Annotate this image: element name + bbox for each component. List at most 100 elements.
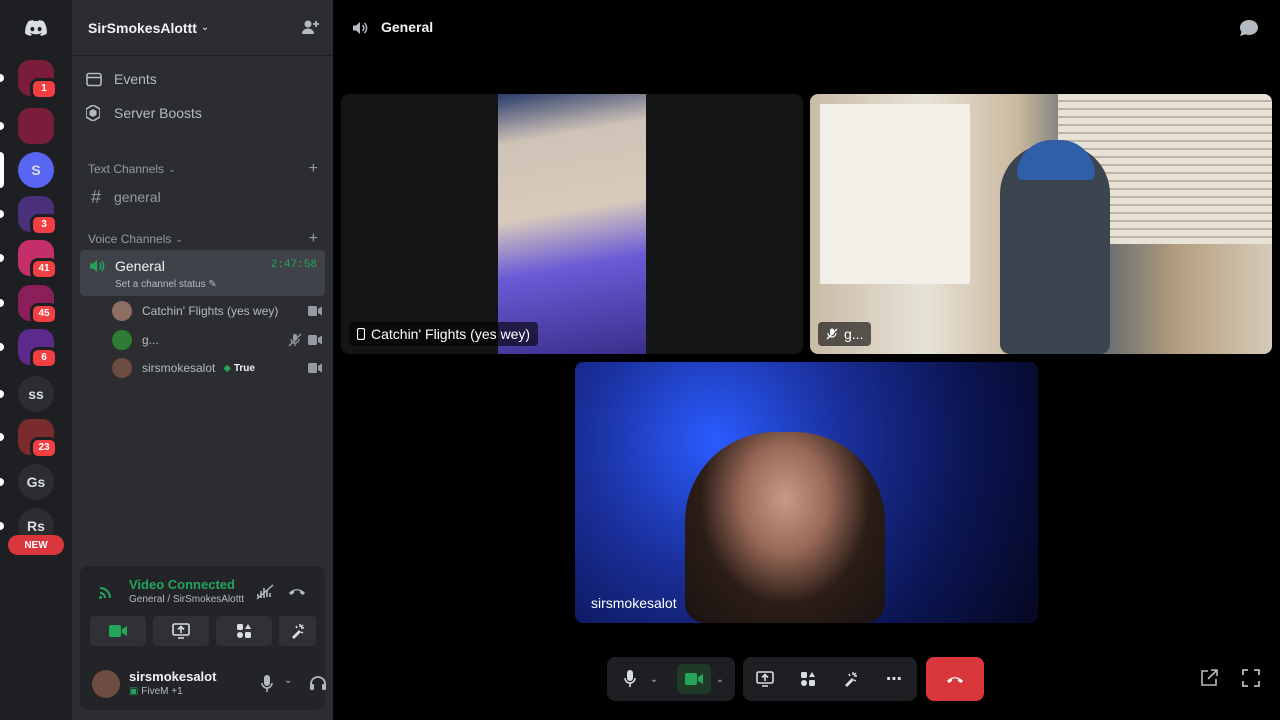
soundboard-button[interactable]	[836, 664, 866, 694]
new-badge: NEW	[8, 535, 64, 555]
add-channel-icon[interactable]: +	[309, 230, 318, 248]
leave-call-button[interactable]	[926, 657, 984, 701]
voice-member[interactable]: g...	[112, 328, 322, 352]
voice-call-area: General Catchin' Flights (yes wey) g... …	[333, 0, 1280, 720]
tile-name: g...	[844, 326, 864, 342]
chevron-down-icon[interactable]: ⌄	[645, 664, 663, 694]
activities-button[interactable]	[216, 616, 272, 646]
activities-icon	[237, 624, 251, 638]
chevron-down-icon[interactable]: ⌄	[284, 675, 292, 686]
page-title: General	[381, 19, 434, 35]
category-label: Voice Channels	[88, 232, 172, 246]
tile-name: sirsmokesalot	[591, 595, 677, 611]
user-panel: sirsmokesalot ▣ FiveM +1 ⌄ ⌄	[80, 658, 379, 710]
gamepad-icon: ▣	[129, 686, 139, 697]
category-voice-channels[interactable]: Voice Channels ⌄ +	[88, 230, 318, 248]
gem-icon: ◆	[223, 362, 232, 374]
avatar[interactable]	[92, 670, 120, 698]
share-screen-button[interactable]	[750, 664, 780, 694]
video-icon	[308, 363, 322, 373]
tile-label: sirsmokesalot	[583, 591, 685, 615]
more-options-icon[interactable]: ⋯	[879, 664, 909, 694]
voice-member[interactable]: Catchin' Flights (yes wey)	[112, 299, 322, 323]
add-channel-icon[interactable]: +	[309, 160, 318, 178]
channel-general[interactable]: # general	[86, 182, 319, 212]
server-icon[interactable]: 6	[18, 329, 58, 369]
speaker-icon	[90, 260, 105, 272]
video-tile[interactable]: sirsmokesalot	[575, 362, 1038, 623]
unread-indicator	[0, 390, 4, 398]
discord-home-button[interactable]	[18, 10, 54, 46]
tile-name: Catchin' Flights (yes wey)	[371, 326, 531, 342]
video-icon	[109, 625, 127, 637]
sidebar-item-server-boosts[interactable]: Server Boosts	[86, 98, 202, 128]
sidebar-item-events[interactable]: Events	[86, 64, 157, 94]
video-tile[interactable]: g...	[810, 94, 1272, 354]
fullscreen-icon[interactable]	[1242, 669, 1260, 687]
chevron-down-icon: ⌄	[175, 233, 183, 244]
unread-indicator	[0, 299, 4, 307]
invite-user-icon[interactable]	[301, 18, 319, 36]
chevron-down-icon: ⌄	[200, 22, 210, 33]
server-initials: ss	[28, 386, 44, 402]
video-tile[interactable]: Catchin' Flights (yes wey)	[341, 94, 803, 354]
mention-badge: 41	[30, 258, 58, 280]
boost-icon	[86, 105, 104, 121]
mobile-icon	[357, 328, 365, 340]
guild-header[interactable]: SirSmokesAlottt ⌄	[72, 0, 333, 56]
chevron-down-icon: ⌄	[168, 163, 176, 174]
microphone-icon[interactable]	[261, 675, 273, 693]
soundboard-button[interactable]	[279, 616, 316, 646]
channel-status-text: Set a channel status	[115, 279, 206, 290]
chat-icon[interactable]	[1239, 19, 1259, 37]
server-icon[interactable]: 45	[18, 285, 58, 325]
server-icon[interactable]: Gs	[18, 464, 54, 500]
discord-logo-icon	[25, 20, 47, 36]
server-icon[interactable]: 1	[18, 60, 58, 100]
server-icon[interactable]: ss	[18, 376, 54, 412]
microphone-icon	[624, 670, 636, 687]
microphone-button[interactable]	[615, 664, 645, 694]
server-icon[interactable]: 23	[18, 419, 58, 459]
member-tag: ◆ True	[223, 363, 255, 374]
headphones-icon[interactable]	[309, 675, 327, 691]
voice-member[interactable]: sirsmokesalot ◆ True	[112, 356, 322, 380]
member-tag-text: True	[233, 362, 255, 374]
door-shape	[820, 104, 970, 284]
mention-badge: 1	[30, 78, 58, 100]
unread-indicator	[0, 74, 4, 82]
camera-button[interactable]	[90, 616, 146, 646]
calendar-icon	[86, 71, 104, 87]
voice-status-title: Video Connected	[129, 577, 235, 592]
disconnect-icon[interactable]	[288, 586, 306, 596]
category-label: Text Channels	[88, 162, 165, 176]
server-initials: S	[31, 162, 41, 178]
unread-indicator	[0, 152, 4, 188]
speaker-icon	[353, 22, 368, 34]
unread-indicator	[0, 210, 4, 218]
member-name: Catchin' Flights (yes wey)	[142, 304, 279, 318]
tile-label: Catchin' Flights (yes wey)	[349, 322, 539, 346]
mention-badge: 45	[30, 303, 58, 325]
chevron-down-icon[interactable]: ⌄	[711, 664, 729, 694]
server-icon[interactable]	[18, 108, 54, 144]
soundboard-icon	[291, 624, 304, 639]
share-screen-button[interactable]	[153, 616, 209, 646]
voice-channel-general[interactable]: General 2:47:58 Set a channel status ✎	[80, 250, 325, 296]
voice-status-subtitle[interactable]: General / SirSmokesAlottt	[129, 594, 244, 605]
server-icon[interactable]: S	[18, 152, 54, 188]
server-rail: 1 S 3 41 45 6 ss 23 Gs Rs NEW	[0, 0, 72, 720]
category-text-channels[interactable]: Text Channels ⌄ +	[88, 160, 318, 178]
noise-suppression-icon[interactable]	[256, 584, 274, 600]
camera-button[interactable]	[677, 664, 711, 694]
activities-button[interactable]	[793, 664, 823, 694]
pop-out-icon[interactable]	[1200, 669, 1218, 687]
video-frame	[498, 94, 646, 354]
channel-status[interactable]: Set a channel status ✎	[115, 279, 217, 290]
member-name: sirsmokesalot	[142, 361, 216, 375]
server-icon[interactable]: 3	[18, 196, 58, 236]
voice-connected-panel: Video Connected General / SirSmokesAlott…	[80, 566, 325, 658]
signal-icon[interactable]	[98, 584, 114, 600]
server-icon[interactable]: 41	[18, 240, 58, 280]
unread-indicator	[0, 522, 4, 530]
